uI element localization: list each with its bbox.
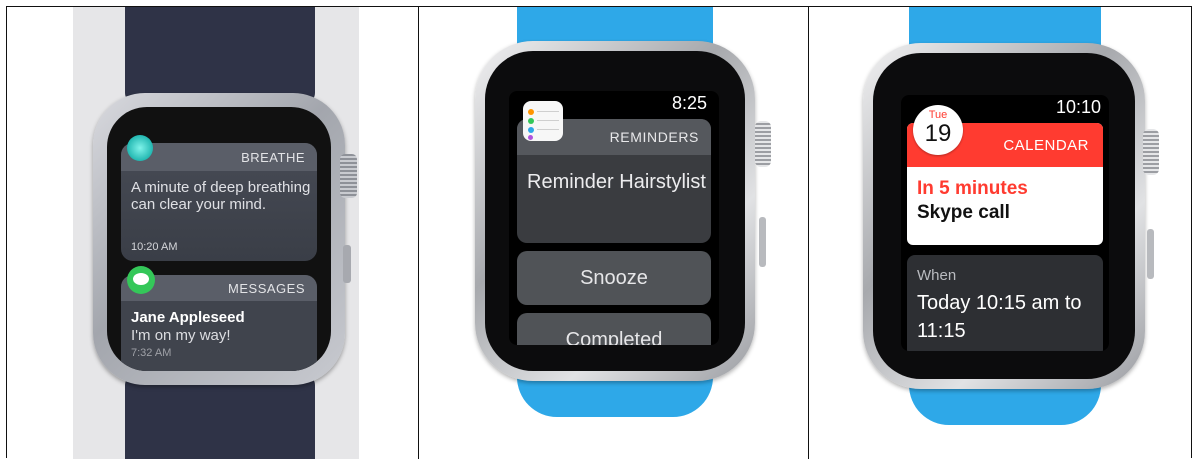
watch-screen: 10:10 CALENDAR In 5 minutes Skype call T…	[901, 95, 1109, 351]
notification-time: 7:32 AM	[131, 347, 172, 359]
watch-panel-reminders: 8:25 REMINDERS Reminder Hairstylist Snoo…	[419, 7, 808, 459]
notification-app-label: REMINDERS	[609, 129, 699, 145]
event-title: Skype call	[917, 202, 1010, 223]
notification-app-label: CALENDAR	[1003, 137, 1089, 154]
side-button[interactable]	[1147, 229, 1154, 279]
completed-button[interactable]: Completed	[517, 313, 711, 345]
watch-screen: BREATHE A minute of deep breathing can c…	[107, 107, 331, 371]
breathe-notification[interactable]: BREATHE A minute of deep breathing can c…	[121, 143, 317, 261]
notification-app-label: BREATHE	[241, 150, 305, 165]
message-sender: Jane Appleseed	[131, 309, 245, 326]
image-table: BREATHE A minute of deep breathing can c…	[6, 6, 1193, 459]
detail-value: Today 10:15 am to 11:15	[917, 292, 1082, 342]
clock-time: 8:25	[671, 93, 707, 113]
clock-time: 10:10	[1055, 97, 1101, 117]
digital-crown[interactable]	[755, 121, 771, 167]
messages-app-icon	[127, 266, 155, 294]
calendar-day-number: 19	[924, 120, 952, 147]
breathe-app-icon	[127, 135, 153, 161]
reminders-app-icon	[523, 101, 563, 141]
notification-app-label: MESSAGES	[228, 281, 305, 296]
digital-crown[interactable]	[340, 154, 357, 198]
event-alert-time: In 5 minutes	[917, 178, 1028, 199]
event-details[interactable]: When Today 10:15 am to 11:15	[907, 255, 1103, 351]
side-button[interactable]	[759, 217, 766, 267]
digital-crown[interactable]	[1143, 129, 1159, 175]
reminder-text: Reminder Hairstylist	[527, 171, 706, 193]
watch-panel-calendar: 10:10 CALENDAR In 5 minutes Skype call T…	[809, 7, 1193, 459]
notification-message: A minute of deep breathing can clear you…	[131, 179, 311, 213]
side-button[interactable]	[343, 245, 351, 283]
notification-message: I'm on my way!	[131, 327, 231, 344]
watch-screen: 8:25 REMINDERS Reminder Hairstylist Snoo…	[509, 91, 719, 345]
watch-band-top	[125, 7, 315, 103]
snooze-button[interactable]: Snooze	[517, 251, 711, 305]
notification-time: 10:20 AM	[131, 241, 178, 253]
watch-band-bottom	[125, 375, 315, 459]
watch-panel-notifications: BREATHE A minute of deep breathing can c…	[7, 7, 418, 459]
calendar-app-icon: Tue 19	[913, 105, 963, 155]
detail-label: When	[917, 267, 957, 284]
